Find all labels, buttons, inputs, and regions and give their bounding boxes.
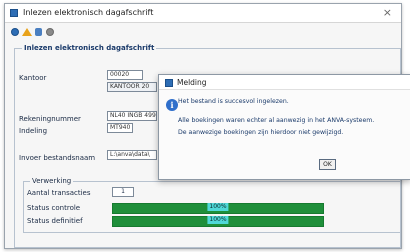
help-icon[interactable]	[11, 28, 19, 36]
window-title: Inlezen elektronisch dagafschrift	[23, 8, 154, 17]
aantal-field: 1	[112, 187, 134, 197]
kantoor-name-field: KANTOOR 20	[107, 82, 157, 92]
title-bar: Inlezen elektronisch dagafschrift ×	[5, 4, 401, 23]
dialog-message-line1: Het bestand is succesvol ingelezen.	[178, 98, 289, 105]
group-title: Inlezen elektronisch dagafschrift	[22, 44, 157, 52]
kantoor-label: Kantoor	[19, 74, 47, 82]
invoer-label: Invoer bestandsnaam	[19, 154, 96, 162]
status-controle-label: Status controle	[27, 204, 81, 212]
status-definitief-progress: 100%	[112, 216, 324, 227]
ok-button[interactable]: OK	[319, 159, 336, 170]
app-icon	[165, 79, 173, 87]
status-definitief-pct: 100%	[207, 216, 229, 224]
message-dialog: Melding i Het bestand is succesvol ingel…	[158, 74, 410, 180]
indeling-label: Indeling	[19, 127, 48, 135]
close-icon[interactable]: ×	[383, 6, 392, 19]
status-controle-pct: 100%	[207, 203, 229, 211]
filter-icon[interactable]	[35, 28, 42, 36]
dialog-message-line2: Alle boekingen waren echter al aanwezig …	[178, 117, 375, 124]
rekeningnummer-label: Rekeningnummer	[19, 115, 81, 123]
toolbar	[5, 24, 401, 40]
home-icon[interactable]	[22, 28, 32, 36]
invoer-field[interactable]: L:\anva\data\	[107, 150, 157, 160]
dialog-title-bar: Melding	[159, 75, 410, 90]
dialog-title: Melding	[177, 78, 207, 87]
status-controle-progress: 100%	[112, 203, 324, 214]
indeling-field[interactable]: MT940	[107, 123, 133, 133]
rekeningnummer-field[interactable]: NL40 INGB 499	[107, 111, 157, 121]
kantoor-code-field[interactable]: 00020	[107, 70, 143, 80]
dialog-message-line3: De aanwezige boekingen zijn hierdoor nie…	[178, 129, 344, 136]
main-window: Inlezen elektronisch dagafschrift × Inle…	[4, 3, 410, 249]
status-definitief-label: Status definitief	[27, 217, 83, 225]
verwerking-title: Verwerking	[30, 177, 74, 185]
record-icon[interactable]	[46, 28, 54, 36]
app-icon	[10, 9, 18, 17]
aantal-label: Aantal transacties	[27, 189, 91, 197]
info-icon: i	[166, 99, 178, 111]
